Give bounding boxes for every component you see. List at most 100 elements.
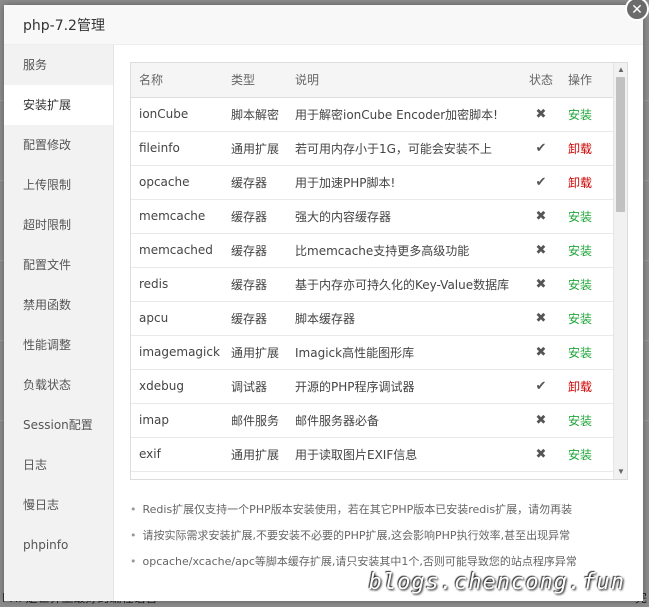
extension-status-icon: ✔	[522, 369, 560, 404]
extension-description: 开源的PHP程序调试器	[287, 369, 522, 404]
extension-action-link[interactable]: 安装	[560, 335, 614, 370]
extension-action-link[interactable]: 安装	[560, 437, 614, 472]
extension-name: imagemagick	[131, 335, 223, 370]
extension-action-link[interactable]: 安装	[560, 267, 614, 302]
extension-type: 邮件服务	[223, 403, 287, 438]
extension-name: imap	[131, 403, 223, 438]
extension-description: Imagick高性能图形库	[287, 335, 522, 370]
extension-type: 缓存器	[223, 199, 287, 234]
sidebar-item[interactable]: phpinfo	[4, 525, 113, 565]
column-header-status: 状态	[522, 63, 560, 98]
sidebar-item[interactable]: 服务	[4, 45, 113, 85]
note-item: Redis扩展仅支持一个PHP版本安装使用，若在其它PHP版本已安装redis扩…	[130, 497, 630, 523]
extension-action-link[interactable]: 安装	[560, 403, 614, 438]
table-row: xdebug 调试器 开源的PHP程序调试器 ✔ 卸载	[131, 369, 614, 404]
extension-description: 强大的内容缓存器	[287, 199, 522, 234]
extension-description: 用于解密ionCube Encoder加密脚本!	[287, 97, 522, 132]
extension-status-icon: ✔	[522, 165, 560, 200]
table-row: memcache 缓存器 强大的内容缓存器 ✖ 安装	[131, 199, 614, 234]
dialog-title: php-7.2管理	[23, 17, 105, 34]
extension-status-icon: ✖	[522, 267, 560, 302]
table-row: apcu 缓存器 脚本缓存器 ✖ 安装	[131, 301, 614, 336]
extension-status-icon: ✔	[522, 131, 560, 166]
sidebar-item[interactable]: 慢日志	[4, 485, 113, 525]
extension-description: 用于加速PHP脚本!	[287, 165, 522, 200]
sidebar-item[interactable]: 日志	[4, 445, 113, 485]
extension-description: 若可用内存小于1G，可能会安装不上	[287, 131, 522, 166]
scrollbar-thumb[interactable]	[616, 77, 625, 212]
extensions-table: 名称 类型 说明 状态 操作 ionCube 脚本解密 用于解密ionCube En…	[131, 63, 614, 472]
sidebar-item[interactable]: 上传限制	[4, 165, 113, 205]
sidebar-item[interactable]: 性能调整	[4, 325, 113, 365]
extension-status-icon: ✖	[522, 403, 560, 438]
note-item: 请按实际需求安装扩展,不要安装不必要的PHP扩展,这会影响PHP执行效率,甚至出…	[130, 523, 630, 549]
extension-name: opcache	[131, 165, 223, 200]
sidebar-item[interactable]: 超时限制	[4, 205, 113, 245]
table-row: imagemagick 通用扩展 Imagick高性能图形库 ✖ 安装	[131, 335, 614, 370]
table-row: memcached 缓存器 比memcache支持更多高级功能 ✖ 安装	[131, 233, 614, 268]
sidebar-item[interactable]: 配置文件	[4, 245, 113, 285]
extension-status-icon: ✖	[522, 301, 560, 336]
extension-name: redis	[131, 267, 223, 302]
extension-description: 邮件服务器必备	[287, 403, 522, 438]
table-row: ionCube 脚本解密 用于解密ionCube Encoder加密脚本! ✖ 安装	[131, 97, 614, 132]
watermark-text: blogs.chencong.fun	[368, 570, 625, 595]
extension-type: 调试器	[223, 369, 287, 404]
column-header-type: 类型	[223, 63, 287, 98]
table-header-row: 名称 类型 说明 状态 操作	[131, 63, 614, 98]
extension-name: ionCube	[131, 97, 223, 132]
extension-action-link[interactable]: 安装	[560, 233, 614, 268]
extension-description: 脚本缓存器	[287, 301, 522, 336]
table-row: opcache 缓存器 用于加速PHP脚本! ✔ 卸载	[131, 165, 614, 200]
table-row: redis 缓存器 基于内存亦可持久化的Key-Value数据库 ✖ 安装	[131, 267, 614, 302]
extension-action-link[interactable]: 卸载	[560, 369, 614, 404]
extension-name: memcached	[131, 233, 223, 268]
scroll-up-arrow-icon[interactable]: ▲	[614, 63, 627, 77]
extension-status-icon: ✖	[522, 97, 560, 132]
table-row: exif 通用扩展 用于读取图片EXIF信息 ✖ 安装	[131, 437, 614, 472]
sidebar-item[interactable]: 安装扩展	[4, 85, 113, 125]
extension-name: exif	[131, 437, 223, 472]
extension-status-icon: ✖	[522, 233, 560, 268]
table-scrollbar[interactable]: ▲ ▼	[613, 63, 627, 479]
sidebar: 服务 安装扩展 配置修改 上传限制 超时限制 配置文件 禁用函数 性能调整 负载状态 Sessio…	[4, 45, 114, 601]
extension-type: 缓存器	[223, 301, 287, 336]
extension-action-link[interactable]: 安装	[560, 97, 614, 132]
table-row: fileinfo 通用扩展 若可用内存小于1G，可能会安装不上 ✔ 卸载	[131, 131, 614, 166]
extension-type: 通用扩展	[223, 131, 287, 166]
notes-list: Redis扩展仅支持一个PHP版本安装使用，若在其它PHP版本已安装redis扩…	[130, 497, 630, 575]
extension-name: memcache	[131, 199, 223, 234]
extension-action-link[interactable]: 安装	[560, 199, 614, 234]
extension-type: 脚本解密	[223, 97, 287, 132]
sidebar-item[interactable]: Session配置	[4, 405, 113, 445]
table-body: ionCube 脚本解密 用于解密ionCube Encoder加密脚本! ✖ 安装 fi…	[131, 97, 614, 472]
extension-status-icon: ✖	[522, 437, 560, 472]
extension-status-icon: ✖	[522, 199, 560, 234]
extension-description: 比memcache支持更多高级功能	[287, 233, 522, 268]
extension-action-link[interactable]: 卸载	[560, 165, 614, 200]
extension-name: fileinfo	[131, 131, 223, 166]
sidebar-item[interactable]: 禁用函数	[4, 285, 113, 325]
extension-name: xdebug	[131, 369, 223, 404]
extension-type: 缓存器	[223, 267, 287, 302]
extension-description: 用于读取图片EXIF信息	[287, 437, 522, 472]
sidebar-item[interactable]: 配置修改	[4, 125, 113, 165]
extension-name: apcu	[131, 301, 223, 336]
extension-description: 基于内存亦可持久化的Key-Value数据库	[287, 267, 522, 302]
php-manage-dialog: php-7.2管理 ✕ 服务 安装扩展 配置修改 上传限制 超时限制 配置文件 禁用函数 性能…	[4, 0, 649, 601]
extension-type: 通用扩展	[223, 335, 287, 370]
column-header-description: 说明	[287, 63, 522, 98]
sidebar-item[interactable]: 负载状态	[4, 365, 113, 405]
extension-action-link[interactable]: 安装	[560, 301, 614, 336]
table-row: imap 邮件服务 邮件服务器必备 ✖ 安装	[131, 403, 614, 438]
scroll-down-arrow-icon[interactable]: ▼	[614, 465, 627, 479]
extension-action-link[interactable]: 卸载	[560, 131, 614, 166]
dialog-header: php-7.2管理	[4, 5, 643, 45]
extension-type: 缓存器	[223, 233, 287, 268]
extension-type: 缓存器	[223, 165, 287, 200]
column-header-name: 名称	[131, 63, 223, 98]
extension-status-icon: ✖	[522, 335, 560, 370]
dialog-body: 服务 安装扩展 配置修改 上传限制 超时限制 配置文件 禁用函数 性能调整 负载状态 Sessio…	[4, 45, 643, 601]
extensions-table-container: 名称 类型 说明 状态 操作 ionCube 脚本解密 用于解密ionCube En…	[130, 62, 628, 480]
column-header-operation: 操作	[560, 63, 614, 98]
